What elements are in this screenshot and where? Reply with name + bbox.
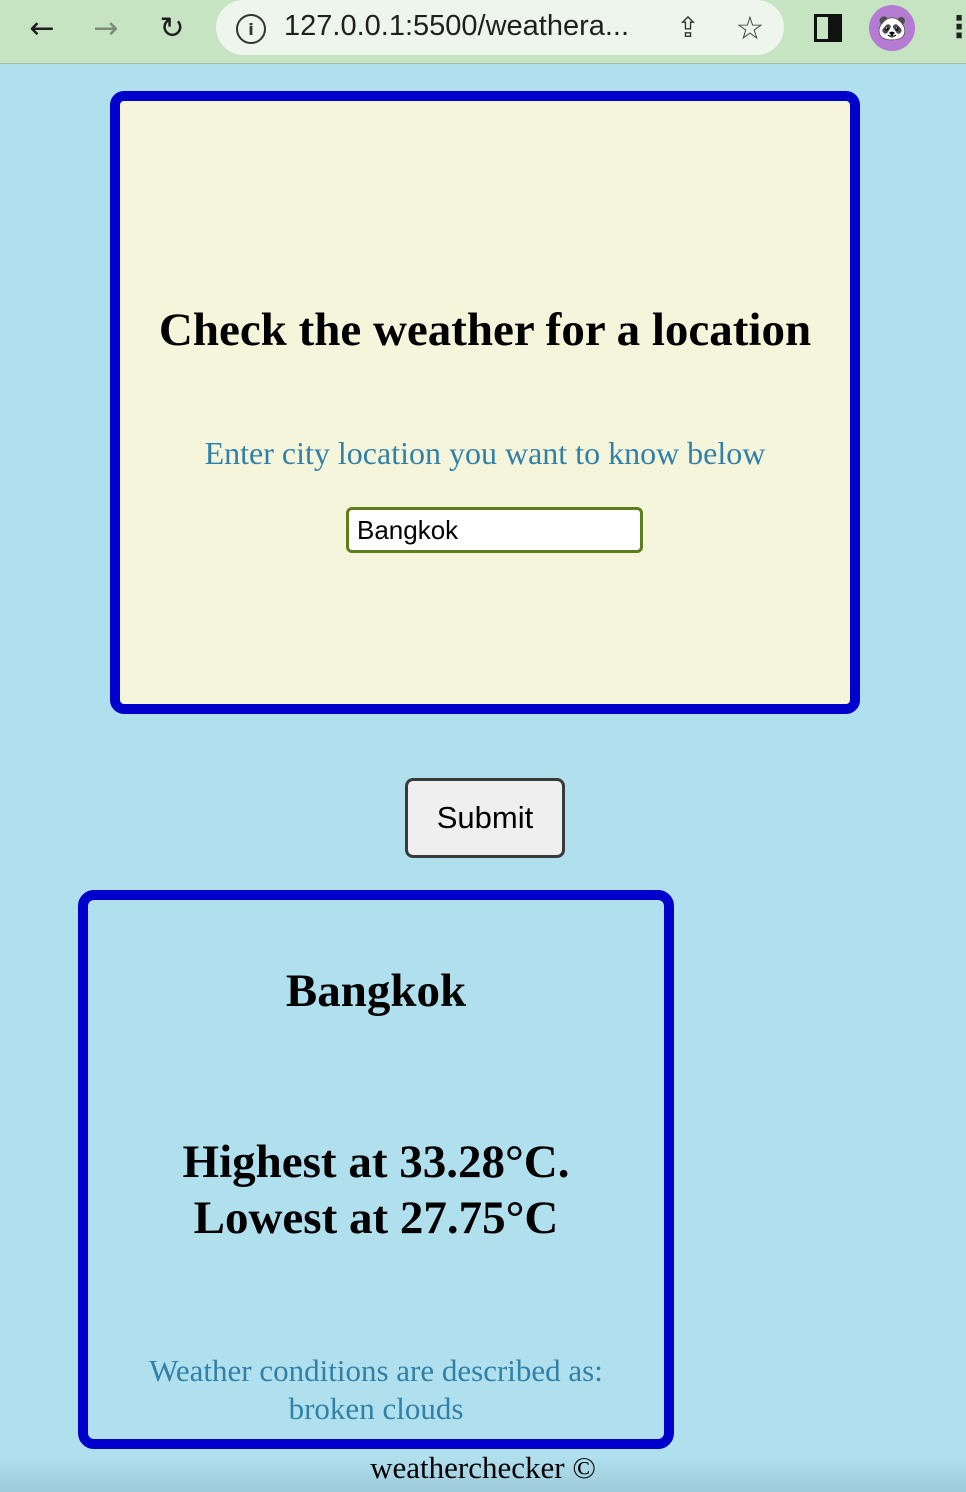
- search-instructions: Enter city location you want to know bel…: [204, 435, 766, 471]
- result-city-name: Bangkok: [285, 965, 467, 1017]
- browser-toolbar: ← → ↻ i 127.0.0.1:5500/weathera... ⇪ ☆ 🐼…: [0, 0, 966, 64]
- weather-description: Weather conditions are described as: bro…: [88, 1352, 664, 1428]
- submit-button[interactable]: Submit: [405, 778, 565, 858]
- star-icon[interactable]: ☆: [730, 8, 770, 48]
- info-icon[interactable]: i: [236, 14, 266, 44]
- address-bar[interactable]: i 127.0.0.1:5500/weathera... ⇪ ☆: [216, 0, 784, 55]
- footer-copyright: weatherchecker ©: [370, 1450, 596, 1485]
- side-panel-icon[interactable]: [814, 14, 842, 42]
- temperature-summary: Highest at 33.28°C. Lowest at 27.75°C: [88, 1134, 664, 1246]
- weather-description-value: broken clouds: [288, 1391, 464, 1426]
- more-menu-icon[interactable]: ⋮: [944, 8, 966, 48]
- share-icon[interactable]: ⇪: [670, 8, 706, 48]
- weather-result-card: Bangkok Highest at 33.28°C. Lowest at 27…: [78, 890, 674, 1449]
- city-input[interactable]: [346, 507, 643, 553]
- back-arrow-icon[interactable]: ←: [22, 8, 62, 48]
- forward-arrow-icon[interactable]: →: [86, 8, 126, 48]
- lowest-temperature: Lowest at 27.75°C: [193, 1192, 559, 1244]
- search-card: Check the weather for a location Enter c…: [110, 91, 860, 714]
- url-text[interactable]: 127.0.0.1:5500/weathera...: [284, 10, 629, 43]
- reload-icon[interactable]: ↻: [152, 8, 192, 48]
- profile-avatar[interactable]: 🐼: [869, 5, 915, 51]
- page-title: Check the weather for a location: [158, 304, 812, 356]
- weather-description-label: Weather conditions are described as:: [149, 1353, 603, 1388]
- highest-temperature: Highest at 33.28°C.: [182, 1136, 570, 1188]
